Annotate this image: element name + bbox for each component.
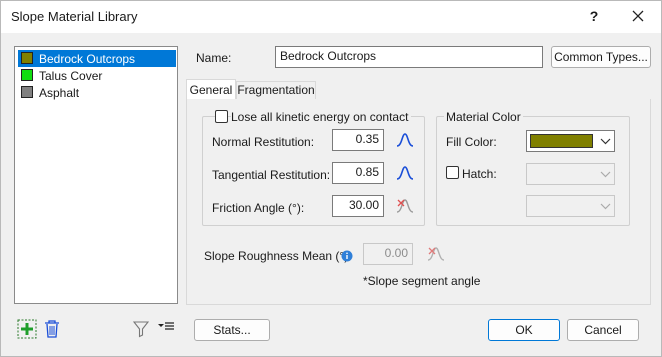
chevron-down-icon: [597, 196, 614, 216]
color-swatch: [21, 52, 33, 64]
filter-icon[interactable]: [132, 320, 150, 338]
distribution-icon[interactable]: [395, 131, 415, 149]
normal-restitution-label: Normal Restitution:: [212, 135, 315, 149]
list-item-label: Asphalt: [39, 86, 80, 100]
name-input[interactable]: Bedrock Outcrops: [275, 46, 543, 68]
title-bar: Slope Material Library ?: [1, 1, 661, 33]
fill-color-label: Fill Color:: [446, 135, 497, 149]
dialog-window: Slope Material Library ? Bedrock Outcrop…: [0, 0, 662, 357]
common-types-button[interactable]: Common Types...: [551, 46, 651, 68]
material-list[interactable]: Bedrock Outcrops Talus Cover Asphalt: [14, 46, 178, 304]
sort-list-icon[interactable]: [157, 321, 175, 335]
chevron-down-icon: [597, 164, 614, 184]
hatch-select[interactable]: [526, 163, 615, 185]
list-item[interactable]: Bedrock Outcrops: [18, 50, 176, 67]
fill-color-select[interactable]: [526, 130, 615, 152]
lose-energy-label: Lose all kinetic energy on contact: [231, 110, 412, 124]
normal-restitution-input[interactable]: 0.35: [332, 129, 384, 151]
name-label: Name:: [196, 51, 232, 65]
info-icon[interactable]: [341, 250, 353, 262]
lose-energy-checkbox[interactable]: [215, 110, 228, 123]
tangential-restitution-input[interactable]: 0.85: [332, 162, 384, 184]
add-material-icon[interactable]: [17, 319, 37, 339]
hatch-checkbox[interactable]: [446, 166, 459, 179]
list-item[interactable]: Asphalt: [18, 84, 176, 101]
distribution-icon[interactable]: [395, 164, 415, 182]
stats-button[interactable]: Stats...: [194, 319, 270, 341]
color-swatch: [21, 86, 33, 98]
list-item-label: Bedrock Outcrops: [39, 52, 136, 66]
friction-angle-input[interactable]: 30.00: [332, 195, 384, 217]
list-item-label: Talus Cover: [39, 69, 103, 83]
roughness-label: Slope Roughness Mean (°):: [204, 249, 352, 263]
help-button[interactable]: ?: [584, 6, 604, 26]
color-swatch: [21, 69, 33, 81]
tab-general[interactable]: General: [186, 79, 236, 100]
hatch-label: Hatch:: [462, 167, 497, 181]
friction-angle-label: Friction Angle (°):: [212, 201, 305, 215]
ok-button[interactable]: OK: [488, 319, 560, 341]
hatch-pattern-select[interactable]: [526, 195, 615, 217]
slope-angle-note: *Slope segment angle: [363, 274, 481, 288]
fill-color-swatch: [530, 134, 593, 148]
tab-fragmentation[interactable]: Fragmentation: [236, 81, 316, 99]
list-item[interactable]: Talus Cover: [18, 67, 176, 84]
window-title: Slope Material Library: [11, 9, 138, 24]
material-color-title: Material Color: [444, 110, 523, 124]
chevron-down-icon: [597, 131, 614, 151]
distribution-disabled-icon[interactable]: [395, 197, 415, 215]
cancel-button[interactable]: Cancel: [567, 319, 639, 341]
delete-material-icon[interactable]: [43, 319, 61, 339]
tangential-restitution-label: Tangential Restitution:: [212, 168, 331, 182]
close-icon[interactable]: [627, 5, 649, 27]
distribution-disabled-icon[interactable]: [426, 245, 446, 263]
roughness-input[interactable]: 0.00: [363, 243, 413, 265]
